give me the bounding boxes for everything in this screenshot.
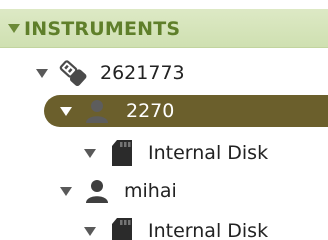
- tree-node-label: 2270: [126, 100, 175, 122]
- tree-node-disk[interactable]: Internal Disk: [0, 135, 328, 171]
- tree-node-label: Internal Disk: [148, 220, 269, 240]
- tree-node-user-selected[interactable]: 2270: [0, 93, 328, 129]
- expand-triangle-icon[interactable]: [60, 187, 72, 196]
- tree-node-label: mihai: [124, 180, 177, 202]
- sd-card-icon: [112, 140, 132, 166]
- section-title: INSTRUMENTS: [24, 18, 181, 40]
- tree-node-label: 2621773: [100, 62, 185, 84]
- instruments-tree-panel: INSTRUMENTS 2621773 2270 Internal Disk m…: [0, 0, 328, 240]
- expand-triangle-icon[interactable]: [60, 107, 72, 116]
- tree-node-disk[interactable]: Internal Disk: [0, 213, 328, 240]
- instruments-section-header[interactable]: INSTRUMENTS: [0, 9, 328, 48]
- tree-node-user[interactable]: mihai: [0, 173, 328, 209]
- user-icon: [86, 100, 108, 123]
- collapse-caret-icon[interactable]: [8, 24, 20, 33]
- usb-key-icon: [59, 60, 87, 87]
- expand-triangle-icon[interactable]: [36, 69, 48, 78]
- tree-node-label: Internal Disk: [148, 142, 269, 164]
- expand-triangle-icon[interactable]: [84, 149, 96, 158]
- sd-card-icon: [112, 218, 132, 240]
- user-icon: [86, 180, 108, 203]
- expand-triangle-icon[interactable]: [84, 227, 96, 236]
- tree-node-instrument[interactable]: 2621773: [0, 55, 328, 91]
